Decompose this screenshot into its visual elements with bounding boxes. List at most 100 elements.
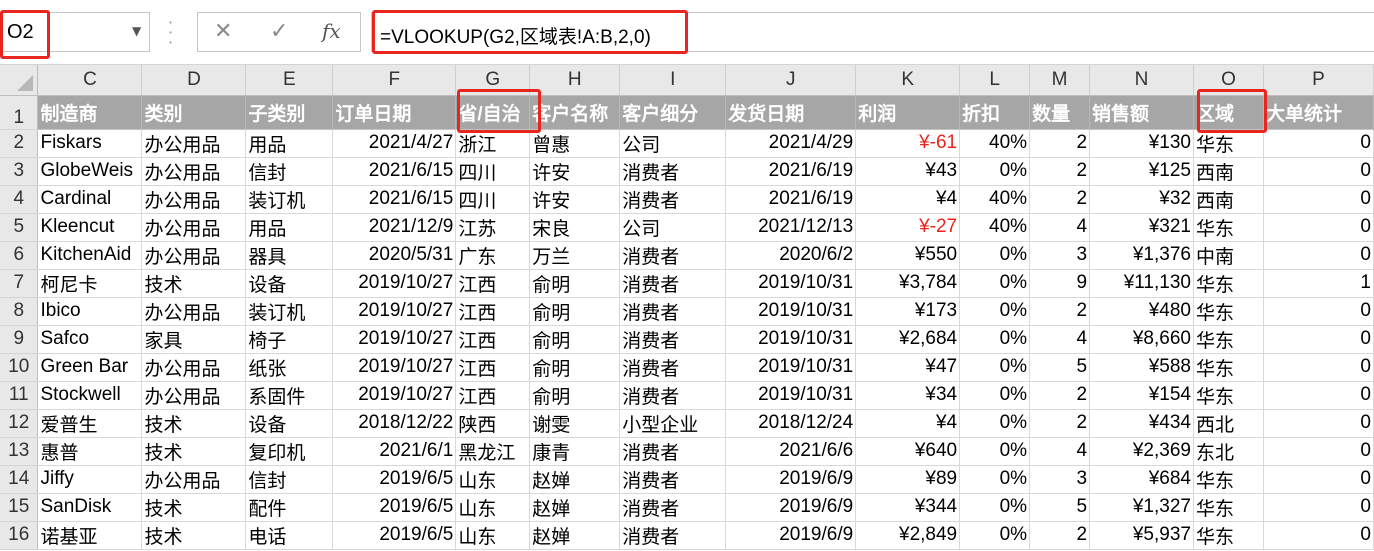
cell-h5[interactable]: 宋良	[529, 213, 621, 242]
cell-l15[interactable]: 0%	[959, 493, 1031, 522]
cell-o7[interactable]: 华东	[1193, 269, 1264, 298]
cell-j10[interactable]: 2019/10/31	[725, 353, 857, 382]
row-number[interactable]: 13	[0, 437, 39, 466]
cell-f6[interactable]: 2020/5/31	[332, 241, 457, 270]
cell-c8[interactable]: Ibico	[37, 297, 143, 326]
cell-c9[interactable]: Safco	[37, 325, 143, 354]
cell-n14[interactable]: ¥684	[1089, 465, 1194, 494]
cell-n11[interactable]: ¥154	[1089, 381, 1194, 410]
cell-k6[interactable]: ¥550	[855, 241, 961, 270]
header-cell[interactable]: 省/自治	[455, 95, 531, 130]
row-number[interactable]: 12	[0, 409, 39, 438]
cell-e5[interactable]: 用品	[245, 213, 334, 242]
cell-f2[interactable]: 2021/4/27	[332, 129, 457, 158]
cell-n3[interactable]: ¥125	[1089, 157, 1194, 186]
cell-i2[interactable]: 公司	[619, 129, 727, 158]
cell-c14[interactable]: Jiffy	[37, 465, 143, 494]
cell-p16[interactable]: 0	[1263, 521, 1374, 550]
row-number[interactable]: 6	[0, 241, 39, 270]
cell-p6[interactable]: 0	[1263, 241, 1374, 270]
cell-f11[interactable]: 2019/10/27	[332, 381, 457, 410]
cell-g15[interactable]: 山东	[455, 493, 531, 522]
cell-e4[interactable]: 装订机	[245, 185, 334, 214]
cell-k14[interactable]: ¥89	[855, 465, 961, 494]
cell-n15[interactable]: ¥1,327	[1089, 493, 1194, 522]
cell-i15[interactable]: 消费者	[619, 493, 727, 522]
cell-c5[interactable]: Kleencut	[37, 213, 143, 242]
cell-l2[interactable]: 40%	[959, 129, 1031, 158]
column-header-o[interactable]: O	[1193, 65, 1264, 96]
cell-o16[interactable]: 华东	[1193, 521, 1264, 550]
row-number[interactable]: 15	[0, 493, 39, 522]
cell-n2[interactable]: ¥130	[1089, 129, 1194, 158]
cell-m16[interactable]: 2	[1029, 521, 1091, 550]
cell-d8[interactable]: 办公用品	[141, 297, 247, 326]
cell-c3[interactable]: GlobeWeis	[37, 157, 143, 186]
cell-f4[interactable]: 2021/6/15	[332, 185, 457, 214]
cell-l9[interactable]: 0%	[959, 325, 1031, 354]
cell-g10[interactable]: 江西	[455, 353, 531, 382]
cell-n13[interactable]: ¥2,369	[1089, 437, 1194, 466]
header-cell[interactable]: 大单统计	[1263, 95, 1374, 130]
cell-g5[interactable]: 江苏	[455, 213, 531, 242]
cell-e14[interactable]: 信封	[245, 465, 334, 494]
header-cell[interactable]: 客户细分	[619, 95, 727, 130]
cell-h7[interactable]: 俞明	[529, 269, 621, 298]
cell-l8[interactable]: 0%	[959, 297, 1031, 326]
row-number[interactable]: 1	[0, 95, 39, 130]
cell-j16[interactable]: 2019/6/9	[725, 521, 857, 550]
column-header-c[interactable]: C	[37, 65, 143, 96]
cell-d5[interactable]: 办公用品	[141, 213, 247, 242]
cell-m10[interactable]: 5	[1029, 353, 1091, 382]
cell-c4[interactable]: Cardinal	[37, 185, 143, 214]
cell-c11[interactable]: Stockwell	[37, 381, 143, 410]
column-header-d[interactable]: D	[141, 65, 247, 96]
cell-f9[interactable]: 2019/10/27	[332, 325, 457, 354]
cell-n10[interactable]: ¥588	[1089, 353, 1194, 382]
cell-l14[interactable]: 0%	[959, 465, 1031, 494]
cell-e8[interactable]: 装订机	[245, 297, 334, 326]
cell-c16[interactable]: 诺基亚	[37, 521, 143, 550]
cell-o2[interactable]: 华东	[1193, 129, 1264, 158]
cell-e6[interactable]: 器具	[245, 241, 334, 270]
column-header-p[interactable]: P	[1263, 65, 1374, 96]
cell-g16[interactable]: 山东	[455, 521, 531, 550]
cell-d3[interactable]: 办公用品	[141, 157, 247, 186]
cell-p2[interactable]: 0	[1263, 129, 1374, 158]
cell-d7[interactable]: 技术	[141, 269, 247, 298]
cell-j5[interactable]: 2021/12/13	[725, 213, 857, 242]
cell-o3[interactable]: 西南	[1193, 157, 1264, 186]
cell-i3[interactable]: 消费者	[619, 157, 727, 186]
cell-o6[interactable]: 中南	[1193, 241, 1264, 270]
cell-i9[interactable]: 消费者	[619, 325, 727, 354]
cell-m11[interactable]: 2	[1029, 381, 1091, 410]
cell-l4[interactable]: 40%	[959, 185, 1031, 214]
cell-g3[interactable]: 四川	[455, 157, 531, 186]
cell-j4[interactable]: 2021/6/19	[725, 185, 857, 214]
cell-h14[interactable]: 赵婵	[529, 465, 621, 494]
cell-n9[interactable]: ¥8,660	[1089, 325, 1194, 354]
cell-m5[interactable]: 4	[1029, 213, 1091, 242]
column-header-f[interactable]: F	[332, 65, 457, 96]
header-cell[interactable]: 销售额	[1089, 95, 1194, 130]
cell-e11[interactable]: 系固件	[245, 381, 334, 410]
cell-i4[interactable]: 消费者	[619, 185, 727, 214]
cell-m8[interactable]: 2	[1029, 297, 1091, 326]
cell-c15[interactable]: SanDisk	[37, 493, 143, 522]
cell-i14[interactable]: 消费者	[619, 465, 727, 494]
column-header-e[interactable]: E	[245, 65, 334, 96]
cell-f7[interactable]: 2019/10/27	[332, 269, 457, 298]
cell-j15[interactable]: 2019/6/9	[725, 493, 857, 522]
cell-h10[interactable]: 俞明	[529, 353, 621, 382]
cell-o5[interactable]: 华东	[1193, 213, 1264, 242]
header-cell[interactable]: 订单日期	[332, 95, 457, 130]
cell-e3[interactable]: 信封	[245, 157, 334, 186]
cell-h4[interactable]: 许安	[529, 185, 621, 214]
cell-p14[interactable]: 0	[1263, 465, 1374, 494]
cell-f10[interactable]: 2019/10/27	[332, 353, 457, 382]
column-header-n[interactable]: N	[1089, 65, 1194, 96]
cell-d2[interactable]: 办公用品	[141, 129, 247, 158]
cell-h9[interactable]: 俞明	[529, 325, 621, 354]
cell-e12[interactable]: 设备	[245, 409, 334, 438]
cell-l7[interactable]: 0%	[959, 269, 1031, 298]
